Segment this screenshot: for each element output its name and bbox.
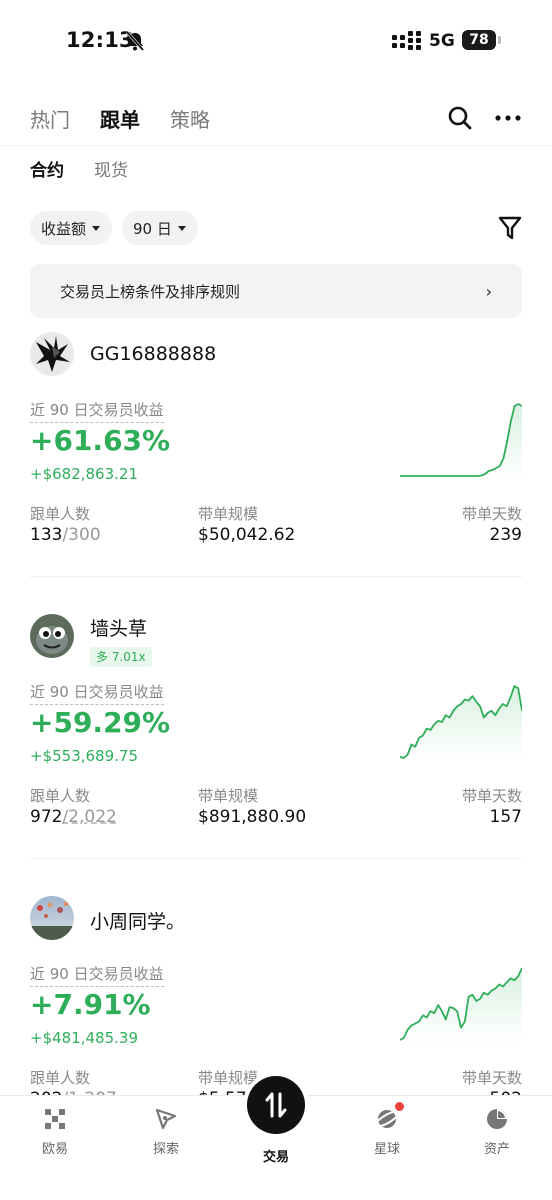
trader-name: 墙头草 xyxy=(90,618,148,640)
compass-icon xyxy=(153,1106,179,1132)
followers-count: 972 xyxy=(30,807,63,827)
battery-cap xyxy=(498,36,501,44)
trader-name: 小周同学。 xyxy=(90,911,186,933)
pnl-sparkline xyxy=(400,403,522,480)
planet-icon xyxy=(374,1102,404,1132)
card-divider xyxy=(30,576,522,577)
nav-assets[interactable]: 资产 xyxy=(457,1106,537,1157)
search-icon[interactable] xyxy=(446,104,474,132)
caret-down-icon xyxy=(177,225,186,231)
trade-swap-icon xyxy=(265,1092,287,1118)
filter-funnel-icon[interactable] xyxy=(498,214,522,242)
pnl-percent: +59.29% xyxy=(30,706,171,739)
sparkline-area xyxy=(400,968,522,1044)
scale-label: 带单规模 xyxy=(198,1069,259,1087)
top-actions xyxy=(446,104,522,132)
nav-explore-label: 探索 xyxy=(152,1142,179,1157)
ranking-rules-text: 交易员上榜条件及排序规则 xyxy=(60,282,241,301)
sparkline-area xyxy=(400,404,522,480)
pnl-amount: +$553,689.75 xyxy=(30,747,138,765)
followers-count: 133 xyxy=(30,525,63,545)
top-tab-bar: 热门 跟单 策略 xyxy=(30,100,210,136)
followers-label: 跟单人数 xyxy=(30,505,91,523)
nav-assets-label: 资产 xyxy=(483,1142,510,1157)
trader-card[interactable]: 墙头草 多 7.01x 近 90 日交易员收益 +59.29% +$553,68… xyxy=(30,614,522,859)
nav-explore[interactable]: 探索 xyxy=(126,1106,206,1157)
pnl-sparkline xyxy=(400,967,522,1044)
days-value: 239 xyxy=(489,525,522,545)
tab-spot[interactable]: 现货 xyxy=(94,156,128,181)
tab-hot[interactable]: 热门 xyxy=(30,104,70,133)
pnl-percent: +61.63% xyxy=(30,424,171,457)
pnl-amount: +$481,485.39 xyxy=(30,1029,138,1047)
scale-value: $50,042.62 xyxy=(198,525,296,545)
followers-label: 跟单人数 xyxy=(30,787,91,805)
pnl-sparkline xyxy=(400,685,522,762)
trade-fab-button[interactable] xyxy=(247,1076,305,1134)
nav-planet[interactable]: 星球 xyxy=(347,1102,427,1157)
metric-dropdown-label: 收益额 xyxy=(41,219,87,238)
signal-icon xyxy=(392,31,421,50)
nav-planet-label: 星球 xyxy=(373,1142,400,1157)
tab-strategy[interactable]: 策略 xyxy=(170,104,210,133)
avatar xyxy=(30,896,74,940)
tab-copy-trading[interactable]: 跟单 xyxy=(100,104,140,133)
followers-value: 133/300 xyxy=(30,525,101,545)
chevron-right-icon: › xyxy=(485,281,492,301)
position-tag: 多 7.01x xyxy=(90,647,152,667)
sub-tab-bar: 合约 现货 xyxy=(30,156,128,181)
nav-okx[interactable]: 欧易 xyxy=(15,1106,95,1157)
battery-icon: 78 xyxy=(462,30,496,50)
nav-trade[interactable]: 交易 xyxy=(236,1140,316,1165)
period-dropdown-label: 90 日 xyxy=(133,219,172,238)
followers-value: 972/2,022 xyxy=(30,807,117,827)
scale-label: 带单规模 xyxy=(198,787,259,805)
pnl-label[interactable]: 近 90 日交易员收益 xyxy=(30,681,164,705)
sparkline-area xyxy=(400,686,522,762)
network-type: 5G xyxy=(429,31,455,51)
caret-down-icon xyxy=(92,225,101,231)
trader-card[interactable]: GG16888888 近 90 日交易员收益 +61.63% +$682,863… xyxy=(30,332,522,577)
days-value: 157 xyxy=(489,807,522,827)
notification-badge xyxy=(395,1102,404,1111)
pnl-label[interactable]: 近 90 日交易员收益 xyxy=(30,963,164,987)
days-label: 带单天数 xyxy=(461,1069,522,1087)
tab-futures[interactable]: 合约 xyxy=(30,156,64,181)
pnl-percent: +7.91% xyxy=(30,988,151,1021)
metric-dropdown[interactable]: 收益额 xyxy=(30,211,113,245)
pnl-amount: +$682,863.21 xyxy=(30,465,138,483)
followers-max: /2,022 xyxy=(62,807,117,827)
card-divider xyxy=(30,858,522,859)
more-icon[interactable] xyxy=(494,104,522,132)
pie-chart-icon xyxy=(484,1106,510,1132)
trader-name: GG16888888 xyxy=(90,343,217,365)
period-dropdown[interactable]: 90 日 xyxy=(122,211,198,245)
okx-logo-icon xyxy=(42,1106,68,1132)
days-label: 带单天数 xyxy=(461,787,522,805)
pnl-label[interactable]: 近 90 日交易员收益 xyxy=(30,399,164,423)
status-bar: 12:13 5G 78 xyxy=(0,0,552,82)
days-label: 带单天数 xyxy=(461,505,522,523)
nav-okx-label: 欧易 xyxy=(41,1142,68,1157)
nav-trade-label: 交易 xyxy=(262,1150,289,1165)
followers-max: /300 xyxy=(62,525,101,545)
followers-label: 跟单人数 xyxy=(30,1069,91,1087)
scale-label: 带单规模 xyxy=(198,505,259,523)
ranking-rules-banner[interactable]: 交易员上榜条件及排序规则 › xyxy=(30,264,522,318)
header-divider xyxy=(0,145,552,146)
avatar xyxy=(30,614,74,658)
filter-bar: 收益额 90 日 xyxy=(30,211,198,245)
scale-value: $891,880.90 xyxy=(198,807,307,827)
bell-muted-icon xyxy=(125,31,145,51)
avatar xyxy=(30,332,74,376)
